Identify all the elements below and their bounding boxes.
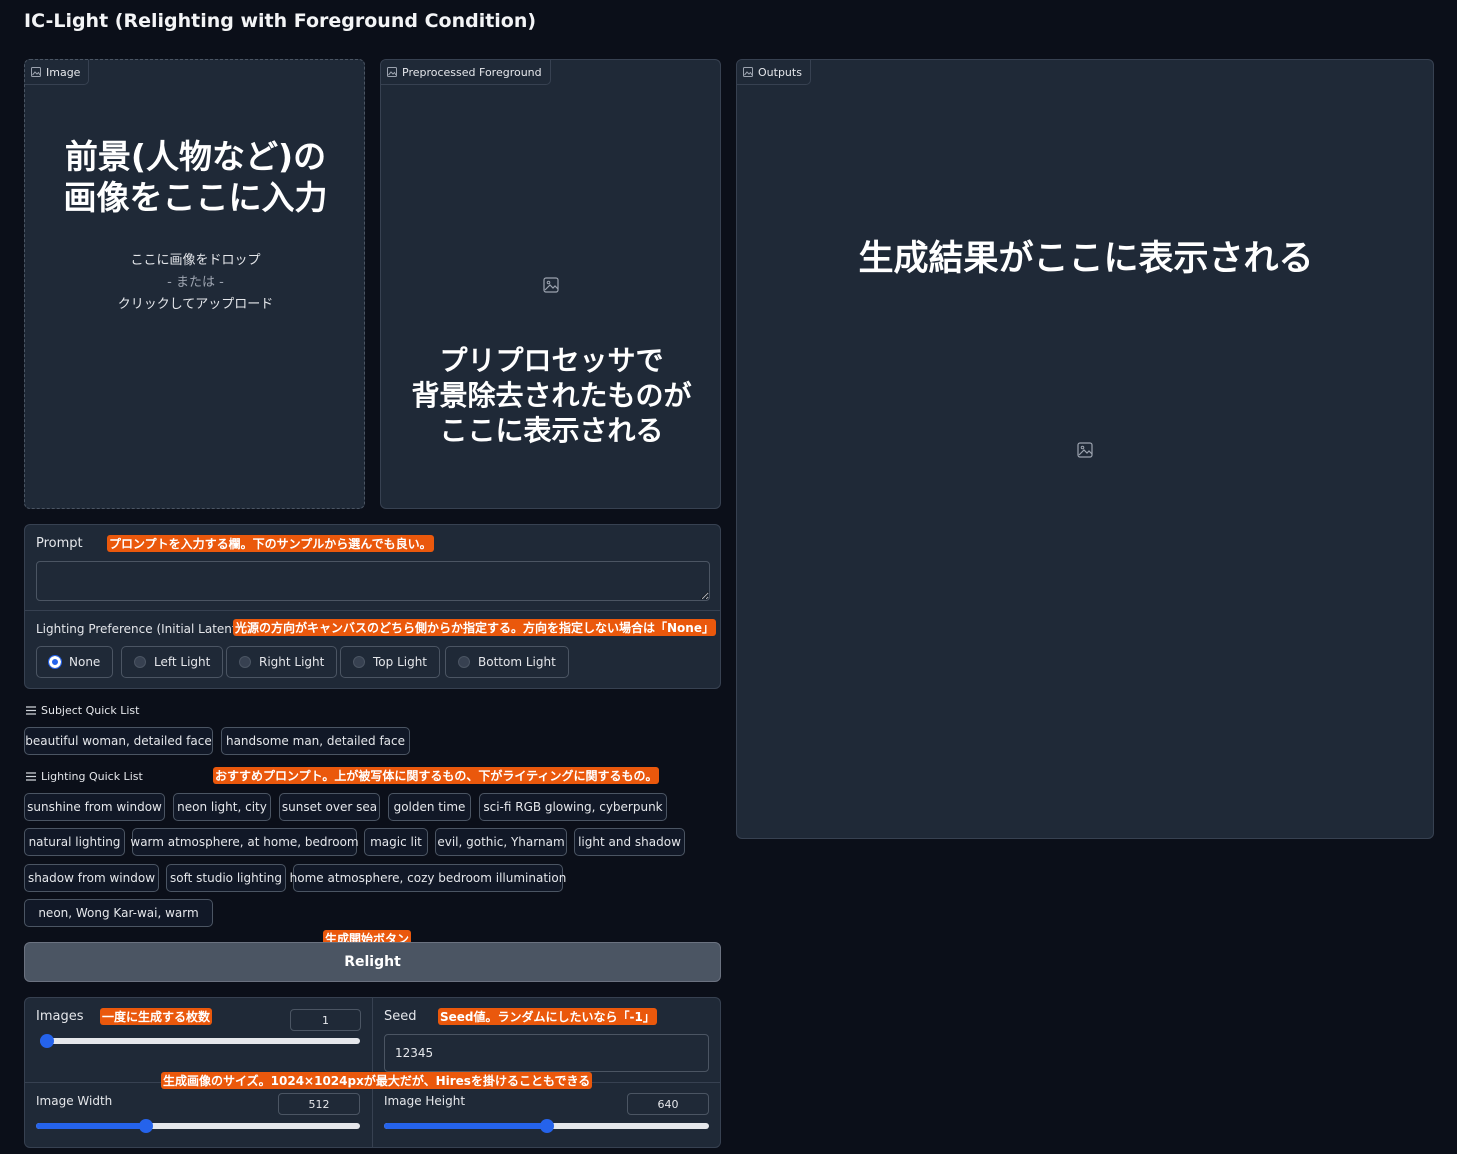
lighting-chip[interactable]: shadow from window <box>24 864 159 892</box>
lighting-chip[interactable]: neon, Wong Kar-wai, warm <box>24 899 213 927</box>
image-height-slider[interactable] <box>384 1119 709 1133</box>
image-icon <box>743 67 753 77</box>
radio-label: Right Light <box>259 655 325 669</box>
preprocessed-overlay-line2: 背景除去されたものが <box>411 379 692 412</box>
image-width-label: Image Width <box>36 1094 113 1108</box>
radio-dot <box>458 656 470 668</box>
radio-top-light[interactable]: Top Light <box>340 646 441 678</box>
prompt-label: Prompt <box>36 536 83 551</box>
image-overlay-line2: 画像をここに入力 <box>63 178 328 218</box>
prompt-annotation: プロンプトを入力する欄。下のサンプルから選んでも良い。 <box>107 535 434 552</box>
lighting-quick-list-text: Lighting Quick List <box>41 770 143 783</box>
list-icon <box>26 706 36 715</box>
lighting-chip[interactable]: neon light, city <box>173 793 271 821</box>
image-upload-panel[interactable]: Image 前景(人物など)の 画像をここに入力 ここに画像をドロップ - また… <box>24 59 365 509</box>
panel-divider <box>25 610 720 611</box>
slider-thumb[interactable] <box>139 1119 153 1133</box>
lighting-quick-list-label: Lighting Quick List <box>26 770 143 783</box>
drop-text-line1: ここに画像をドロップ <box>130 253 261 268</box>
radio-dot <box>239 656 251 668</box>
subject-quick-list-label: Subject Quick List <box>26 704 139 717</box>
images-slider[interactable] <box>40 1034 360 1048</box>
lighting-chip[interactable]: soft studio lighting <box>166 864 286 892</box>
image-width-number-input[interactable]: 512 <box>278 1093 360 1115</box>
radio-label: Bottom Light <box>478 655 556 669</box>
image-placeholder-icon <box>543 277 559 293</box>
image-icon <box>387 67 397 77</box>
images-annotation: 一度に生成する枚数 <box>100 1008 213 1025</box>
lighting-chip[interactable]: evil, gothic, Yharnam <box>435 828 567 856</box>
settings-panel: Images 一度に生成する枚数 1 Seed Seed値。ランダムにしたいなら… <box>24 997 721 1148</box>
subject-chip[interactable]: handsome man, detailed face <box>221 727 410 755</box>
seed-input[interactable]: 12345 <box>384 1034 709 1072</box>
radio-left-light[interactable]: Left Light <box>121 646 224 678</box>
drop-text-line3: クリックしてアップロード <box>117 297 274 312</box>
outputs-panel: Outputs 生成結果がここに表示される <box>736 59 1434 839</box>
outputs-tab-label: Outputs <box>737 60 811 85</box>
preprocessed-foreground-panel: Preprocessed Foreground プリプロセッサで 背景除去された… <box>380 59 721 509</box>
subject-chip[interactable]: beautiful woman, detailed face <box>24 727 213 755</box>
lighting-chip[interactable]: sunshine from window <box>24 793 165 821</box>
image-height-number-input[interactable]: 640 <box>627 1093 709 1115</box>
lighting-annotation: 光源の方向がキャンバスのどちら側からか指定する。方向を指定しない場合は「None… <box>233 619 716 636</box>
preprocessed-overlay-line3: ここに表示される <box>439 414 664 447</box>
lighting-chip[interactable]: warm atmosphere, at home, bedroom <box>130 828 359 856</box>
slider-thumb[interactable] <box>540 1119 554 1133</box>
page-title: IC-Light (Relighting with Foreground Con… <box>24 10 537 32</box>
image-width-slider[interactable] <box>36 1119 360 1133</box>
images-number-input[interactable]: 1 <box>290 1009 361 1031</box>
seed-label: Seed <box>384 1009 417 1024</box>
preprocessed-overlay-line1: プリプロセッサで <box>439 344 664 377</box>
lighting-chip[interactable]: home atmosphere, cozy bedroom illuminati… <box>290 864 566 892</box>
lighting-chip[interactable]: light and shadow <box>574 828 685 856</box>
size-annotation: 生成画像のサイズ。1024×1024pxが最大だが、Hiresを掛けることもでき… <box>161 1072 593 1089</box>
preprocessed-tab-label: Preprocessed Foreground <box>381 60 551 85</box>
radio-dot <box>353 656 365 668</box>
images-label: Images <box>36 1009 84 1024</box>
outputs-overlay: 生成結果がここに表示される <box>858 239 1314 279</box>
preprocessed-label: Preprocessed Foreground <box>402 65 542 79</box>
slider-fill <box>384 1123 547 1129</box>
image-overlay-line1: 前景(人物など)の <box>64 137 327 176</box>
lighting-label: Lighting Preference (Initial Latent) <box>36 622 242 636</box>
radio-none[interactable]: None <box>36 646 114 678</box>
drop-text-line2: - または - <box>167 275 224 290</box>
quick-list-annotation: おすすめプロンプト。上が被写体に関するもの、下がライティングに関するもの。 <box>213 767 660 784</box>
lighting-chip[interactable]: natural lighting <box>24 828 125 856</box>
relight-button[interactable]: Relight <box>24 942 721 982</box>
radio-dot <box>134 656 146 668</box>
subject-quick-list-text: Subject Quick List <box>41 704 140 717</box>
lighting-chip[interactable]: sunset over sea <box>279 793 380 821</box>
radio-label: None <box>69 655 101 669</box>
image-label: Image <box>46 65 81 79</box>
radio-label: Left Light <box>154 655 211 669</box>
slider-fill <box>36 1123 146 1129</box>
list-icon <box>26 772 36 781</box>
image-tab-label: Image <box>25 60 90 85</box>
prompt-input[interactable] <box>36 561 710 601</box>
radio-right-light[interactable]: Right Light <box>226 646 338 678</box>
seed-value: 12345 <box>395 1046 434 1060</box>
prompt-lighting-panel: Prompt プロンプトを入力する欄。下のサンプルから選んでも良い。 Light… <box>24 524 721 689</box>
seed-annotation: Seed値。ランダムにしたいなら「-1」 <box>438 1008 657 1025</box>
image-height-label: Image Height <box>384 1094 466 1108</box>
outputs-label: Outputs <box>758 65 802 79</box>
image-icon <box>31 67 41 77</box>
lighting-chip[interactable]: sci-fi RGB glowing, cyberpunk <box>479 793 667 821</box>
slider-thumb[interactable] <box>40 1034 54 1048</box>
radio-bottom-light[interactable]: Bottom Light <box>445 646 569 678</box>
lighting-chip[interactable]: magic lit <box>364 828 428 856</box>
image-placeholder-icon <box>1077 442 1093 458</box>
radio-dot <box>48 655 62 669</box>
lighting-chip[interactable]: golden time <box>388 793 471 821</box>
radio-label: Top Light <box>373 655 428 669</box>
